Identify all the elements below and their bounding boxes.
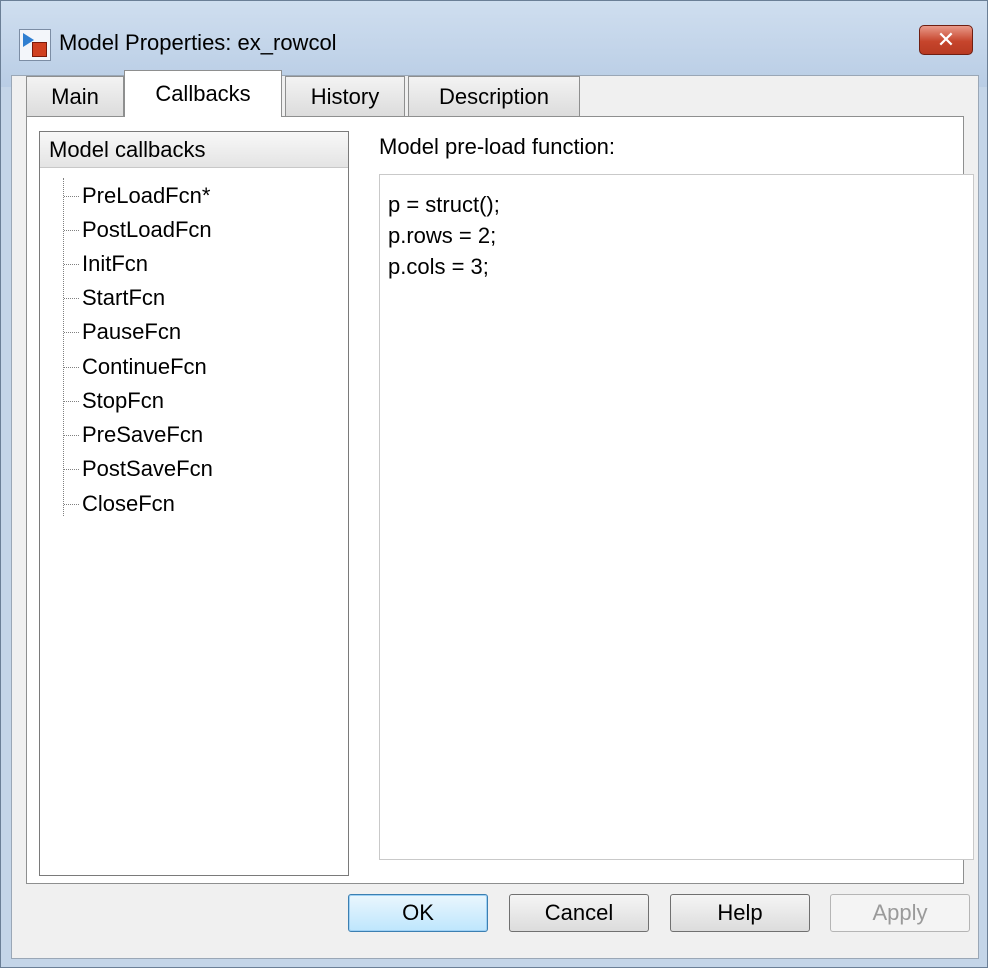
tab-label: Description	[438, 83, 550, 109]
tree-header: Model callbacks	[40, 132, 348, 168]
ok-button[interactable]: OK	[348, 894, 488, 932]
tree-item-label: StopFcn	[82, 388, 164, 413]
tree-item-label: PostLoadFcn	[82, 217, 212, 242]
tree-item-label: PostSaveFcn	[82, 456, 213, 481]
tree-item-label: StartFcn	[82, 285, 166, 310]
callback-code-editor[interactable]: p = struct(); p.rows = 2; p.cols = 3;	[379, 174, 974, 860]
tree-item-label: InitFcn	[82, 251, 149, 276]
tree-item-label: PauseFcn	[82, 319, 182, 344]
dialog-window: Model Properties: ex_rowcol ✕ Main Callb…	[0, 0, 988, 968]
tree-item-preloadfcn[interactable]: PreLoadFcn*	[64, 179, 210, 213]
tree-item-label: CloseFcn	[82, 491, 175, 516]
tree-item-continuefcn[interactable]: ContinueFcn	[64, 350, 207, 384]
tab-description[interactable]: Description	[408, 76, 580, 116]
tree-item-presavefcn[interactable]: PreSaveFcn	[64, 418, 203, 452]
ok-label: OK	[402, 900, 434, 925]
tree-item-label: ContinueFcn	[82, 354, 207, 379]
apply-label: Apply	[872, 900, 928, 925]
window-title: Model Properties: ex_rowcol	[59, 30, 337, 55]
tree-item-initfcn[interactable]: InitFcn	[64, 247, 148, 281]
callbacks-panel: Model callbacks PreLoadFcn* PostLoadFcn …	[26, 116, 974, 884]
tab-history[interactable]: History	[285, 76, 405, 116]
cancel-label: Cancel	[544, 900, 614, 925]
tab-main[interactable]: Main	[26, 76, 124, 116]
tree-item-postloadfcn[interactable]: PostLoadFcn	[64, 213, 212, 247]
tree-item-label: PreSaveFcn	[82, 422, 204, 447]
close-button[interactable]: ✕	[919, 25, 973, 55]
callbacks-tree[interactable]: Model callbacks PreLoadFcn* PostLoadFcn …	[39, 131, 349, 876]
close-icon: ✕	[936, 27, 956, 52]
tab-callbacks[interactable]: Callbacks	[124, 70, 282, 117]
tree-item-label: PreLoadFcn*	[82, 183, 211, 208]
function-label: Model pre-load function:	[379, 134, 616, 159]
cancel-button[interactable]: Cancel	[509, 894, 649, 932]
apply-button: Apply	[830, 894, 970, 932]
dialog-body: Main Callbacks History Description Model…	[11, 70, 979, 959]
tree-item-closefcn[interactable]: CloseFcn	[64, 487, 175, 521]
tree-item-pausefcn[interactable]: PauseFcn	[64, 315, 181, 349]
simulink-model-icon	[19, 29, 51, 61]
tab-label: Main	[51, 83, 99, 109]
tree-item-postsavefcn[interactable]: PostSaveFcn	[64, 452, 213, 486]
tree-item-stopfcn[interactable]: StopFcn	[64, 384, 164, 418]
tab-label: Callbacks	[155, 81, 251, 106]
help-label: Help	[717, 900, 763, 925]
tab-label: History	[310, 83, 380, 109]
tree-item-startfcn[interactable]: StartFcn	[64, 281, 165, 315]
help-button[interactable]: Help	[670, 894, 810, 932]
